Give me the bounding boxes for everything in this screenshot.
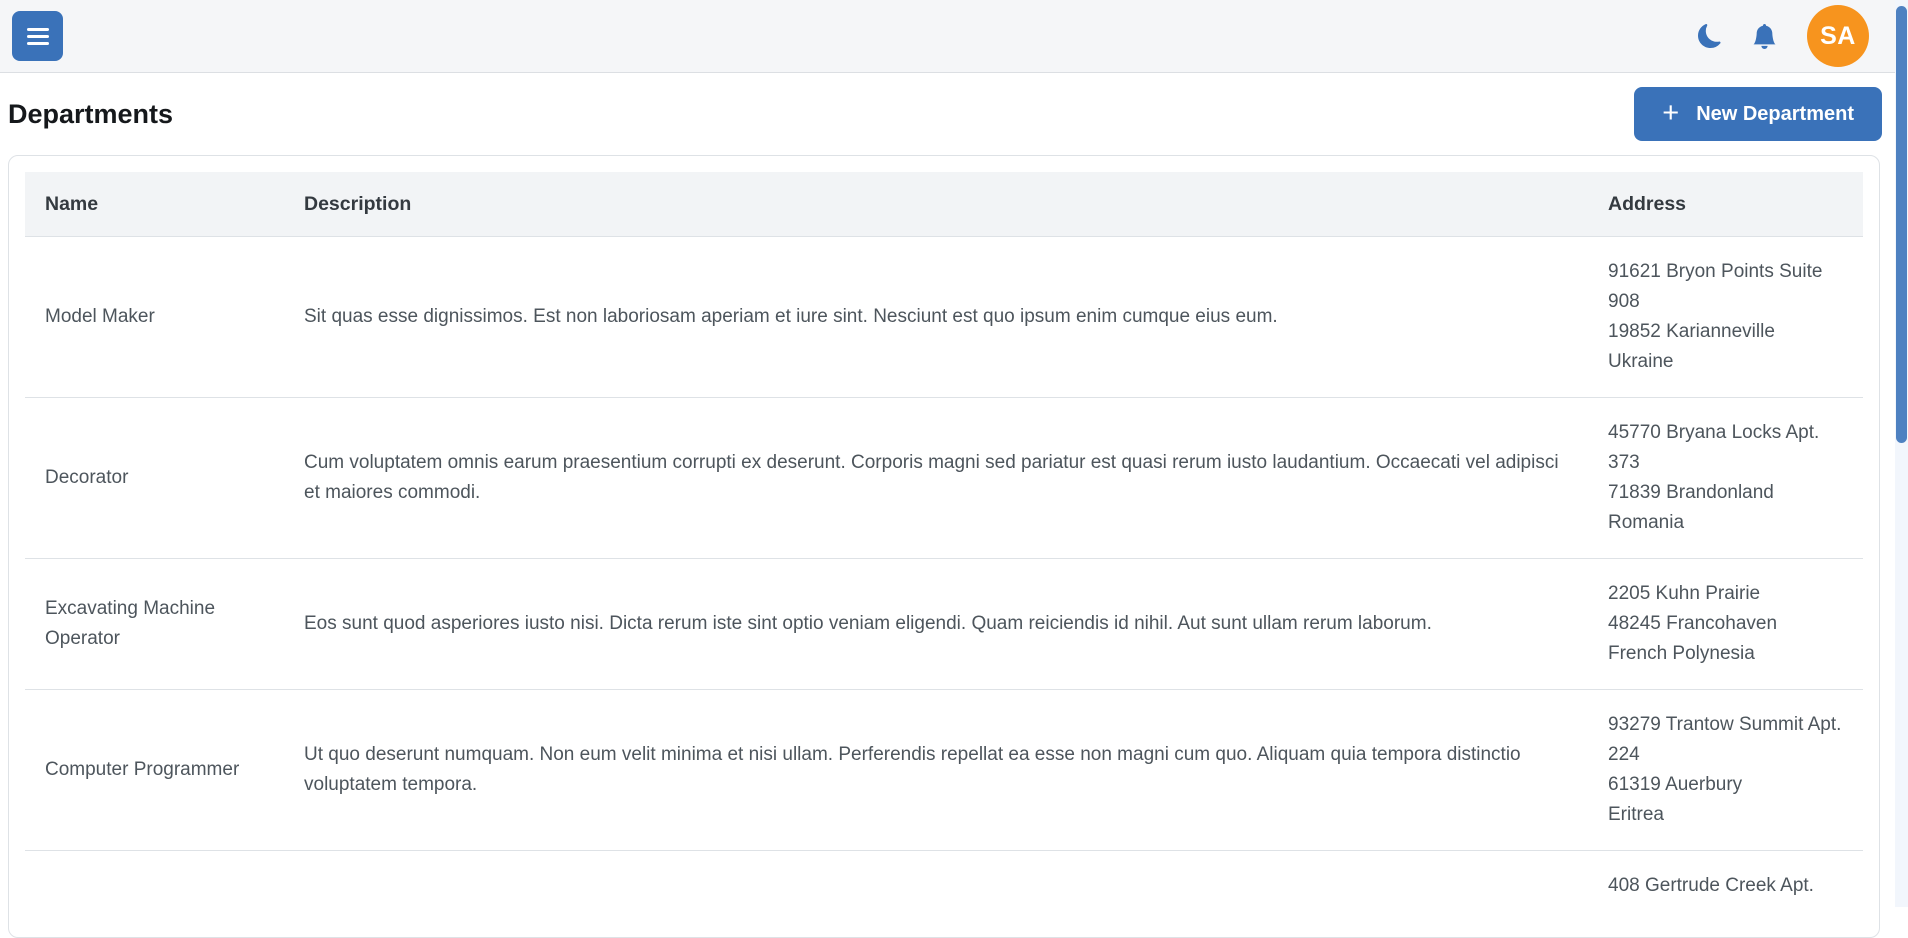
table-body: Model Maker Sit quas esse dignissimos. Es…	[25, 236, 1863, 921]
department-name-cell: Decorator	[25, 397, 284, 559]
table-header-row: Name Description Address	[25, 172, 1863, 237]
address-line: 408 Gertrude Creek Apt.	[1608, 875, 1814, 896]
departments-card: Name Description Address Model Maker Sit …	[8, 155, 1880, 938]
table-row: Model Maker Sit quas esse dignissimos. Es…	[25, 236, 1863, 398]
address-line: Ukraine	[1608, 351, 1674, 372]
address-line: 19852 Karianneville	[1608, 321, 1775, 342]
department-name-cell: Computer Programmer	[25, 689, 284, 851]
menu-toggle-button[interactable]	[12, 11, 63, 61]
table-row: Decorator Cum voluptatem omnis earum prae…	[25, 397, 1863, 559]
department-address-cell: 45770 Bryana Locks Apt. 373 71839 Brandon…	[1588, 397, 1863, 559]
user-avatar[interactable]: SA	[1807, 5, 1869, 67]
department-address-cell: 91621 Bryon Points Suite 908 19852 Karian…	[1588, 236, 1863, 398]
scrollbar-thumb[interactable]	[1896, 6, 1907, 443]
new-department-button-label: New Department	[1696, 102, 1854, 125]
address-line: French Polynesia	[1608, 643, 1755, 664]
moon-icon	[1698, 24, 1722, 48]
department-description-cell: Sit quas esse dignissimos. Est non labor…	[284, 236, 1588, 398]
column-header-address: Address	[1588, 172, 1863, 237]
table-row: Excavating Machine Operator Eos sunt quod…	[25, 558, 1863, 690]
department-description-cell	[284, 850, 1588, 921]
plus-icon: +	[1662, 96, 1680, 129]
dark-mode-toggle-button[interactable]	[1698, 24, 1722, 48]
table-row: 408 Gertrude Creek Apt.	[25, 850, 1863, 921]
column-header-name: Name	[25, 172, 284, 237]
address-line: 91621 Bryon Points Suite 908	[1608, 261, 1823, 312]
department-name-cell: Excavating Machine Operator	[25, 558, 284, 690]
column-header-description: Description	[284, 172, 1588, 237]
address-line: 2205 Kuhn Prairie	[1608, 583, 1761, 604]
department-address-cell: 93279 Trantow Summit Apt. 224 61319 Auerb…	[1588, 689, 1863, 851]
notifications-button[interactable]	[1752, 23, 1777, 49]
navbar-right-group: SA	[1698, 5, 1869, 67]
address-line: Eritrea	[1608, 804, 1664, 825]
page-content: SA Departments + New Department Name Des…	[0, 0, 1895, 938]
top-navbar: SA	[0, 0, 1895, 73]
department-name-cell: Model Maker	[25, 236, 284, 398]
page-title: Departments	[8, 98, 174, 129]
new-department-button[interactable]: + New Department	[1634, 87, 1882, 141]
hamburger-icon	[26, 27, 49, 31]
department-description-cell: Cum voluptatem omnis earum praesentium c…	[284, 397, 1588, 559]
table-row: Computer Programmer Ut quo deserunt numqu…	[25, 689, 1863, 851]
address-line: 61319 Auerbury	[1608, 774, 1743, 795]
department-description-cell: Ut quo deserunt numquam. Non eum velit m…	[284, 689, 1588, 851]
department-address-cell: 408 Gertrude Creek Apt.	[1588, 850, 1863, 921]
page-header: Departments + New Department	[0, 87, 1895, 141]
departments-table: Name Description Address Model Maker Sit …	[25, 172, 1863, 921]
department-description-cell: Eos sunt quod asperiores iusto nisi. Dic…	[284, 558, 1588, 690]
department-name-cell	[25, 850, 284, 921]
address-line: Romania	[1608, 512, 1685, 533]
department-address-cell: 2205 Kuhn Prairie 48245 Francohaven French…	[1588, 558, 1863, 690]
address-line: 45770 Bryana Locks Apt. 373	[1608, 422, 1820, 473]
address-line: 48245 Francohaven	[1608, 613, 1778, 634]
vertical-scrollbar[interactable]	[1895, 0, 1908, 907]
bell-icon	[1752, 23, 1777, 49]
address-line: 93279 Trantow Summit Apt. 224	[1608, 714, 1842, 765]
address-line: 71839 Brandonland	[1608, 482, 1774, 503]
